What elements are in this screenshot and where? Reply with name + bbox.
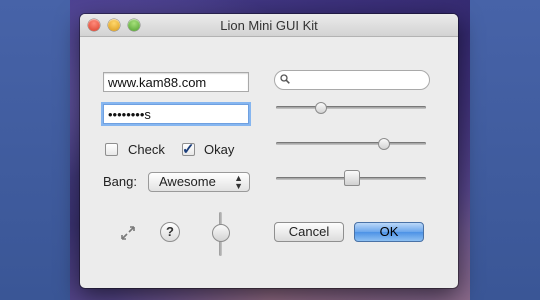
slider-3-knob[interactable] <box>344 170 360 186</box>
title-bar: Lion Mini GUI Kit <box>80 14 458 37</box>
slider-1-knob[interactable] <box>315 102 327 114</box>
check-checkbox[interactable] <box>105 143 118 156</box>
cancel-button[interactable]: Cancel <box>274 222 344 242</box>
bang-popup-button[interactable]: Awesome ▲ ▼ <box>148 172 250 192</box>
password-field[interactable]: ••••••••s <box>103 104 249 124</box>
okay-checkbox[interactable]: ✓ <box>182 141 195 158</box>
search-input[interactable] <box>274 70 430 90</box>
resize-icon[interactable] <box>120 225 136 241</box>
popup-arrows-icon: ▲ ▼ <box>234 173 243 191</box>
window: Lion Mini GUI Kit www.kam88.com ••••••••… <box>80 14 458 288</box>
checkmark-icon: ✓ <box>182 141 195 158</box>
slider-1-track[interactable] <box>276 106 426 109</box>
vertical-slider-knob[interactable] <box>212 224 230 242</box>
url-field[interactable]: www.kam88.com <box>103 72 249 92</box>
check-label: Check <box>128 142 165 157</box>
slider-2-knob[interactable] <box>378 138 390 150</box>
search-icon <box>280 74 290 84</box>
slider-2-track[interactable] <box>276 142 426 145</box>
ok-button[interactable]: OK <box>354 222 424 242</box>
desktop-right-stripe <box>470 0 540 300</box>
bang-label: Bang: <box>103 174 137 189</box>
bang-selected-value: Awesome <box>159 174 216 189</box>
window-title: Lion Mini GUI Kit <box>220 18 318 33</box>
desktop-left-stripe <box>0 0 70 300</box>
help-button[interactable]: ? <box>160 222 180 242</box>
okay-label: Okay <box>204 142 235 157</box>
